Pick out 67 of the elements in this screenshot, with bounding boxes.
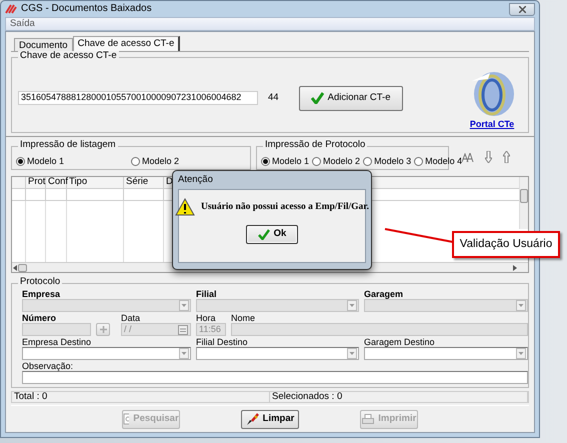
app-logo-icon: [5, 4, 17, 14]
window-title: CGS - Documentos Baixados: [21, 3, 152, 15]
field-label: Empresa: [22, 289, 62, 299]
radio-label: Modelo 1: [27, 156, 64, 166]
status-text: Total : 0: [12, 392, 270, 402]
field-label: Nome: [231, 313, 256, 323]
vertical-scrollbar[interactable]: [519, 177, 528, 229]
field-label: Empresa Destino: [22, 337, 92, 347]
printer-icon: [362, 414, 374, 424]
tab[interactable]: Chave de acesso CT-e: [72, 36, 180, 51]
radio-button[interactable]: [363, 156, 372, 166]
input-field[interactable]: [22, 371, 528, 384]
column-header[interactable]: Prot: [26, 177, 46, 188]
close-icon: [518, 6, 526, 12]
radio-button[interactable]: [414, 156, 424, 166]
plus-icon: [100, 326, 106, 333]
add-button[interactable]: Adicionar CT-e: [298, 86, 403, 110]
field-label: Data: [121, 313, 142, 323]
radio-label: Modelo 2: [323, 156, 360, 166]
field-label: Filial: [196, 289, 218, 299]
radio-label: Modelo 2: [142, 156, 180, 166]
scroll-right-icon[interactable]: [512, 264, 518, 270]
search-icon: [122, 413, 130, 425]
radio-label: Modelo 1: [272, 156, 310, 166]
checkmark-icon: [310, 92, 324, 104]
dropdown-field[interactable]: [364, 347, 528, 360]
radio-label: Modelo 4: [425, 156, 462, 166]
action-button[interactable]: Limpar: [240, 410, 299, 428]
field-label: Observação:: [22, 361, 74, 371]
warning-icon: [174, 198, 195, 216]
radio-button[interactable]: [312, 156, 322, 166]
scroll-left-icon[interactable]: [12, 264, 18, 270]
column-header[interactable]: Tipo: [67, 177, 124, 188]
column-header[interactable]: Conf: [46, 177, 67, 188]
group-title: Impressão de listagem: [18, 140, 118, 151]
radio-button[interactable]: [16, 156, 25, 166]
scrollbar-thumb[interactable]: [520, 189, 528, 203]
length-label: 44: [268, 92, 279, 104]
dropdown-field[interactable]: [22, 347, 191, 360]
brush-icon: [246, 412, 259, 426]
field-label: Garagem Destino: [364, 337, 436, 347]
font-size-icon[interactable]: [462, 152, 474, 162]
dialog-message: Usuário não possui acesso a Emp/Fil/Gar.: [200, 202, 370, 212]
field-label: Filial Destino: [196, 337, 249, 347]
access-key-field[interactable]: 35160547888128000105570010000907231006004682: [18, 91, 258, 105]
close-button[interactable]: [509, 2, 535, 16]
field-label: Garagem: [364, 289, 404, 299]
status-text: Selecionados : 0: [270, 392, 528, 402]
tab[interactable]: Documento: [14, 38, 73, 51]
radio-label: Modelo 3: [374, 156, 412, 166]
scrollbar-thumb[interactable]: [18, 264, 27, 272]
group-title: Impressão de Protocolo: [263, 140, 368, 151]
checkmark-icon: [258, 229, 270, 240]
column-header[interactable]: Série: [124, 177, 164, 188]
radio-button[interactable]: [131, 156, 140, 166]
ok-button[interactable]: Ok: [246, 225, 298, 244]
leader-line: [384, 228, 454, 244]
dropdown-field[interactable]: [196, 347, 359, 360]
radio-button[interactable]: [261, 156, 270, 166]
arrow-down-icon[interactable]: [485, 151, 492, 163]
field-label: Hora: [196, 313, 217, 323]
dialog-title: Atenção: [178, 174, 213, 186]
menu-item[interactable]: Saída: [10, 18, 35, 30]
annotation-callout: Validação Usuário: [452, 231, 560, 258]
field-label: Número: [22, 313, 58, 323]
portal-link[interactable]: Portal CTe: [470, 118, 514, 130]
arrow-up-icon[interactable]: [503, 151, 510, 163]
